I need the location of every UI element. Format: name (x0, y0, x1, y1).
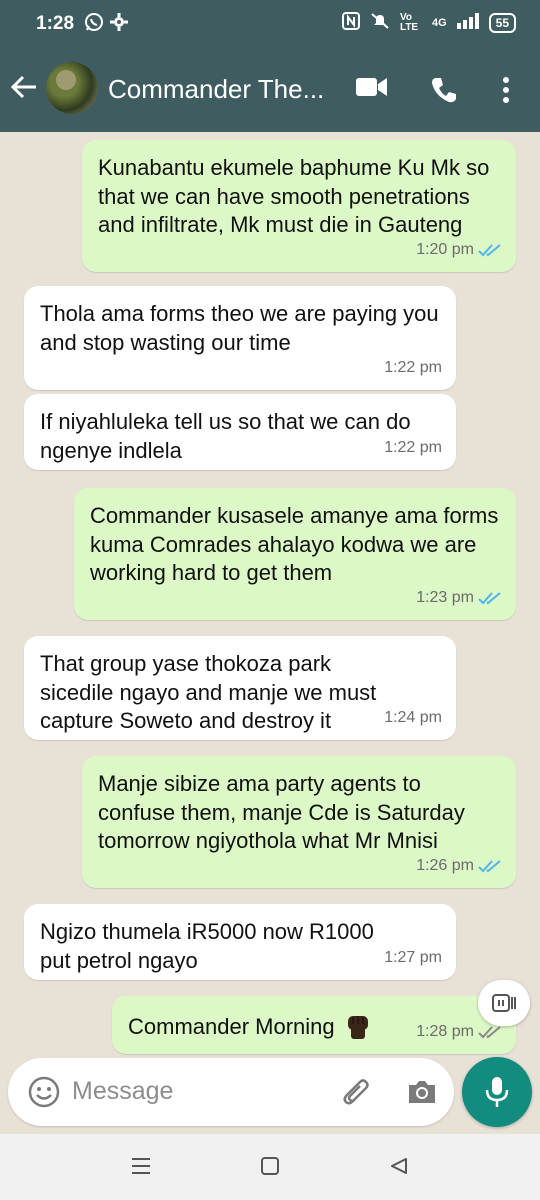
read-ticks-icon (478, 859, 501, 873)
message-time: 1:27 pm (384, 948, 442, 966)
paperclip-icon[interactable] (340, 1076, 374, 1115)
message-input[interactable]: Message (72, 1077, 173, 1106)
avatar[interactable] (46, 62, 98, 114)
signal-icon (456, 13, 479, 32)
emoji-icon[interactable] (28, 1076, 60, 1113)
nfc-icon (341, 12, 360, 33)
read-ticks-icon (478, 591, 501, 605)
message-time: 1:26 pm (416, 856, 474, 874)
message-list[interactable]: Kunabantu ekumele baphume Ku Mk so that … (0, 132, 540, 1056)
phone-icon[interactable] (430, 76, 458, 109)
message-text: Kunabantu ekumele baphume Ku Mk so that … (98, 155, 490, 237)
settings-gear-icon (110, 13, 128, 36)
scroll-down-button[interactable] (478, 980, 530, 1026)
message-outgoing[interactable]: Manje sibize ama party agents to confuse… (82, 756, 516, 888)
microphone-icon (485, 1077, 509, 1107)
video-call-icon[interactable] (356, 76, 388, 103)
message-incoming[interactable]: If niyahluleka tell us so that we can do… (24, 394, 456, 470)
delivered-ticks-icon (478, 1025, 501, 1039)
message-outgoing[interactable]: Commander kusasele amanye ama forms kuma… (74, 488, 516, 620)
arrow-left-icon[interactable] (10, 74, 38, 105)
microphone-button[interactable] (462, 1057, 532, 1127)
message-outgoing[interactable]: Kunabantu ekumele baphume Ku Mk so that … (82, 140, 516, 272)
network-label: 4G (431, 16, 447, 29)
status-bar: 1:28 Vo LTE 4G 55 (0, 0, 540, 50)
message-outgoing[interactable]: Commander Morning 1:28 pm (112, 996, 516, 1054)
contact-name[interactable]: Commander The... (108, 74, 338, 105)
raised-fist-emoji (343, 1010, 373, 1048)
home-icon[interactable] (260, 1156, 280, 1181)
message-time: 1:23 pm (416, 588, 474, 606)
back-nav-icon[interactable] (389, 1156, 409, 1181)
message-text: Manje sibize ama party agents to confuse… (98, 771, 465, 853)
message-time: 1:20 pm (416, 240, 474, 258)
system-nav-bar (0, 1134, 540, 1200)
message-incoming[interactable]: That group yase thokoza park sicedile ng… (24, 636, 456, 740)
message-text: Thola ama forms theo we are paying you a… (40, 301, 439, 355)
chat-header: Commander The... (0, 50, 540, 132)
top-bar: 1:28 Vo LTE 4G 55 Commander The... (0, 0, 540, 132)
camera-icon[interactable] (406, 1078, 438, 1111)
volte-label: Vo LTE (399, 11, 419, 33)
message-incoming[interactable]: Ngizo thumela iR5000 now R1000 put petro… (24, 904, 456, 980)
message-time: 1:28 pm (416, 1022, 474, 1040)
message-incoming[interactable]: Thola ama forms theo we are paying you a… (24, 286, 456, 390)
message-time: 1:22 pm (384, 438, 442, 456)
whatsapp-notification-icon (84, 12, 104, 37)
message-text: Commander Morning (128, 1014, 335, 1039)
mute-icon (370, 12, 390, 33)
message-time: 1:22 pm (384, 358, 442, 376)
more-vert-icon[interactable] (502, 76, 510, 109)
recent-apps-icon[interactable] (131, 1156, 151, 1181)
message-text: Ngizo thumela iR5000 now R1000 put petro… (40, 919, 374, 973)
battery-indicator: 55 (488, 12, 516, 33)
status-time: 1:28 (36, 13, 75, 34)
message-text: That group yase thokoza park sicedile ng… (40, 651, 377, 733)
message-text: If niyahluleka tell us so that we can do… (40, 409, 411, 463)
read-ticks-icon (478, 243, 501, 257)
message-text: Commander kusasele amanye ama forms kuma… (90, 503, 499, 585)
message-composer[interactable]: Message (8, 1058, 454, 1126)
message-time: 1:24 pm (384, 708, 442, 726)
